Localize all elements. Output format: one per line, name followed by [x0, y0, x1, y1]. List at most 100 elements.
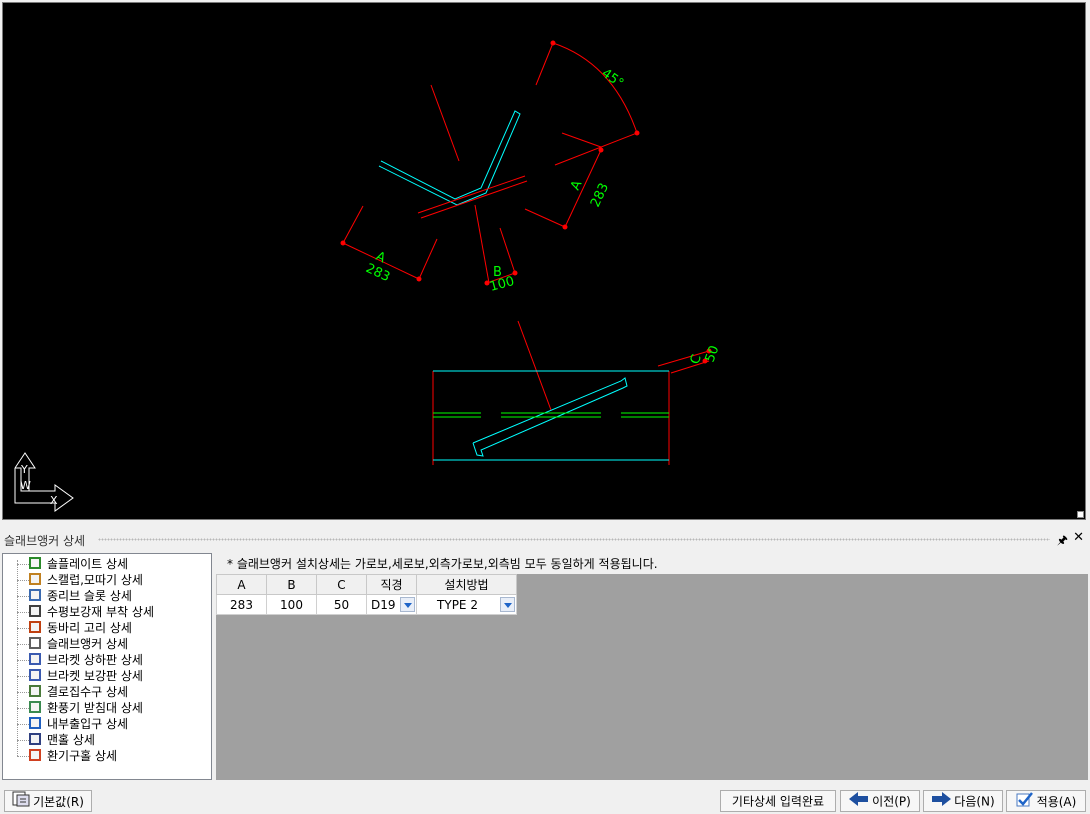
- install-method-dropdown-button[interactable]: [500, 597, 515, 612]
- cell-a[interactable]: 283: [216, 594, 267, 615]
- tree-item[interactable]: 내부출입구 상세: [3, 716, 208, 732]
- panel-grip: [98, 538, 1050, 541]
- tree-item-label: 종리브 슬롯 상세: [47, 589, 132, 603]
- dim-a-right-label: A: [568, 178, 585, 192]
- prev-button-label: 이전(P): [872, 794, 911, 809]
- tree-item-label: 브라켓 보강판 상세: [47, 669, 143, 683]
- diameter-dropdown-button[interactable]: [400, 597, 415, 612]
- ucs-y-label: Y: [20, 463, 28, 476]
- detail-tree[interactable]: 솔플레이트 상세스캘럽,모따기 상세종리브 슬롯 상세수평보강재 부착 상세동바…: [2, 553, 212, 780]
- tree-item[interactable]: 솔플레이트 상세: [3, 556, 208, 572]
- tree-connector: [17, 628, 29, 629]
- diameter-value: D19: [371, 597, 396, 612]
- tree-item-label: 동바리 고리 상세: [47, 621, 132, 635]
- tree-item-label: 내부출입구 상세: [47, 717, 129, 731]
- resize-grip[interactable]: [1077, 511, 1084, 518]
- complete-button[interactable]: 기타상세 입력완료: [720, 790, 836, 812]
- tree-item[interactable]: 환기구홀 상세: [3, 748, 208, 764]
- dim-a-right-value: 283: [588, 181, 612, 210]
- manhole-icon: [29, 733, 41, 745]
- slab-anchor-icon: [29, 637, 41, 649]
- tree-item-label: 수평보강재 부착 상세: [47, 605, 154, 619]
- col-header-a: A: [216, 574, 267, 595]
- tree-connector: [17, 708, 29, 709]
- grid-area: A B C 직경 설치방법 283 100 50 D19 TYPE 2: [216, 574, 1088, 780]
- cell-b[interactable]: 100: [266, 594, 317, 615]
- vent-hole-icon: [29, 749, 41, 761]
- ucs-w-label: W: [20, 479, 31, 492]
- scallop-icon: [29, 573, 41, 585]
- complete-button-label: 기타상세 입력완료: [731, 794, 825, 809]
- entrance-icon: [29, 717, 41, 729]
- section-outline: [433, 370, 669, 461]
- tree-connector: [17, 660, 29, 661]
- check-icon: [1016, 791, 1034, 813]
- next-button[interactable]: 다음(N): [923, 790, 1003, 812]
- cell-install-method[interactable]: TYPE 2: [416, 594, 517, 615]
- tree-item-label: 슬래브앵커 상세: [47, 637, 129, 651]
- tree-item[interactable]: 스캘럽,모따기 상세: [3, 572, 208, 588]
- bracket-plate-icon: [29, 653, 41, 665]
- tree-connector: [17, 596, 29, 597]
- drain-icon: [29, 685, 41, 697]
- tree-connector: [17, 692, 29, 693]
- next-button-label: 다음(N): [954, 794, 995, 809]
- col-header-diameter: 직경: [366, 574, 417, 595]
- tree-item[interactable]: 동바리 고리 상세: [3, 620, 208, 636]
- tree-connector: [17, 676, 29, 677]
- tree-item-label: 결로집수구 상세: [47, 685, 129, 699]
- bracket-stiffener-icon: [29, 669, 41, 681]
- tree-item-label: 브라켓 상하판 상세: [47, 653, 143, 667]
- default-button[interactable]: 기본값(R): [4, 790, 92, 812]
- tree-item-label: 스캘럽,모따기 상세: [47, 573, 143, 587]
- cell-diameter[interactable]: D19: [366, 594, 417, 615]
- panel-title: 슬래브앵커 상세: [4, 534, 86, 548]
- apply-button[interactable]: 적용(A): [1006, 790, 1086, 812]
- dim-c-value: 50: [703, 344, 723, 365]
- cad-drawing: 45° A 283 A 283 B 100 C 50 Y W X: [14, 40, 723, 512]
- prev-button[interactable]: 이전(P): [840, 790, 920, 812]
- tree-connector: [17, 564, 29, 565]
- default-icon: [12, 791, 30, 813]
- apply-note: * 슬래브앵커 설치상세는 가로보,세로보,외측가로보,외측빔 모두 동일하게 …: [227, 557, 658, 571]
- ucs-x-label: X: [50, 494, 58, 507]
- pin-icon[interactable]: 🖈: [1057, 531, 1068, 552]
- fan-support-icon: [29, 701, 41, 713]
- tree-item-label: 맨홀 상세: [47, 733, 95, 747]
- table-row: 283 100 50 D19 TYPE 2: [216, 594, 517, 615]
- tree-item[interactable]: 종리브 슬롯 상세: [3, 588, 208, 604]
- tree-item[interactable]: 브라켓 상하판 상세: [3, 652, 208, 668]
- tree-item[interactable]: 환풍기 받침대 상세: [3, 700, 208, 716]
- arrow-left-icon: [849, 791, 869, 812]
- cell-c[interactable]: 50: [316, 594, 367, 615]
- tree-item[interactable]: 수평보강재 부착 상세: [3, 604, 208, 620]
- tree-item-label: 환풍기 받침대 상세: [47, 701, 143, 715]
- tree-item[interactable]: 결로집수구 상세: [3, 684, 208, 700]
- col-header-c: C: [316, 574, 367, 595]
- arrow-right-icon: [931, 791, 952, 812]
- tree-item[interactable]: 맨홀 상세: [3, 732, 208, 748]
- close-icon[interactable]: ✕: [1073, 530, 1084, 545]
- tree-connector: [17, 644, 29, 645]
- tree-item[interactable]: 슬래브앵커 상세: [3, 636, 208, 652]
- tree-connector: [17, 724, 29, 725]
- tree-connector: [17, 612, 29, 613]
- tree-connector: [17, 580, 29, 581]
- stiffener-icon: [29, 605, 41, 617]
- tree-item[interactable]: 브라켓 보강판 상세: [3, 668, 208, 684]
- panel-title-bar: 슬래브앵커 상세 🖈 ✕: [0, 530, 1090, 548]
- col-header-b: B: [266, 574, 317, 595]
- install-method-value: TYPE 2: [437, 597, 478, 612]
- col-header-install-method: 설치방법: [416, 574, 517, 595]
- tree-item-label: 환기구홀 상세: [47, 749, 118, 763]
- default-button-label: 기본값(R): [33, 795, 84, 809]
- rib-slot-icon: [29, 589, 41, 601]
- tree-connector: [17, 756, 29, 757]
- sole-plate-icon: [29, 557, 41, 569]
- shore-ring-icon: [29, 621, 41, 633]
- angle-dim-text: 45°: [599, 66, 626, 92]
- apply-button-label: 적용(A): [1036, 795, 1077, 809]
- tree-item-label: 솔플레이트 상세: [47, 557, 129, 571]
- anchor-grid[interactable]: A B C 직경 설치방법 283 100 50 D19 TYPE 2: [216, 574, 517, 615]
- cad-viewport[interactable]: 45° A 283 A 283 B 100 C 50 Y W X: [2, 2, 1086, 520]
